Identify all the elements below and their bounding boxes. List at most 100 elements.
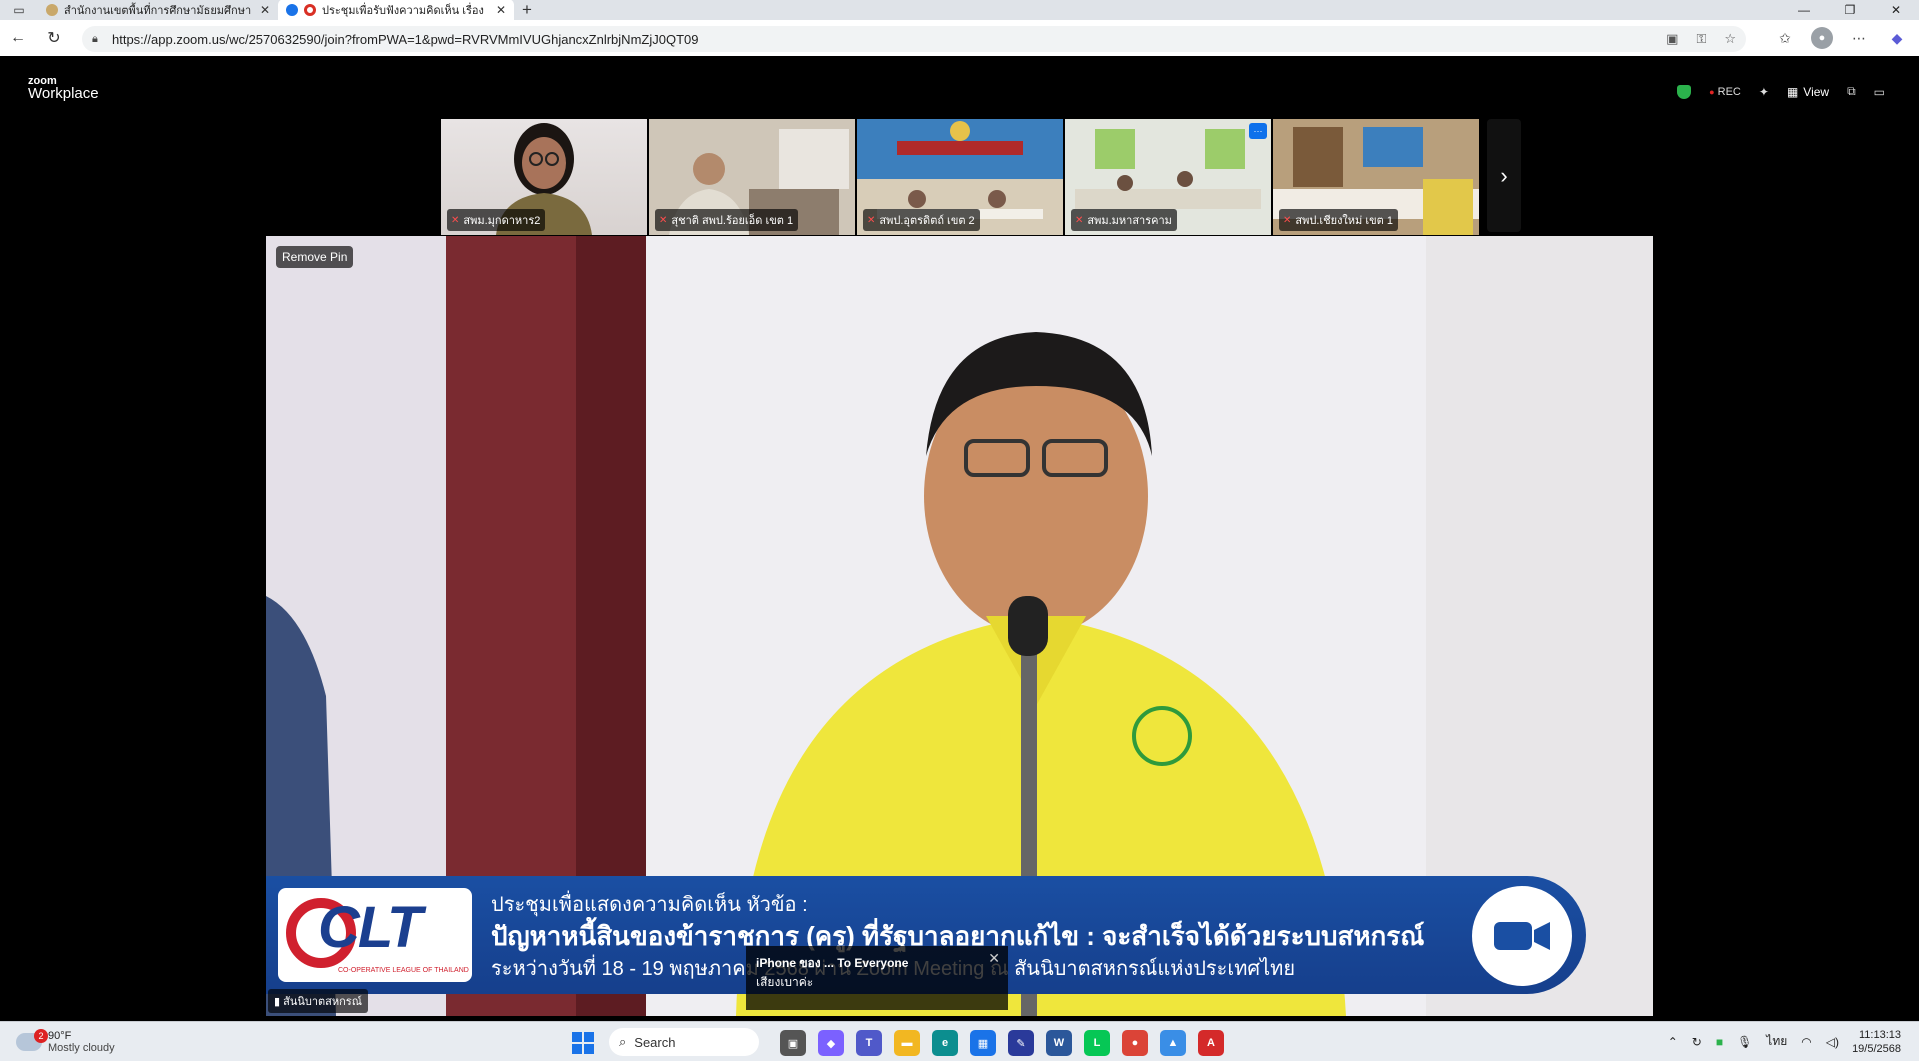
- weather-widget[interactable]: 2 90°F Mostly cloudy: [16, 1029, 115, 1054]
- participant-label: ✕ สพป.เชียงใหม่ เขต 1: [1279, 209, 1398, 231]
- url-field[interactable]: 🔒︎ https://app.zoom.us/wc/2570632590/joi…: [82, 26, 1746, 52]
- chat-message: เสียงเบาค่ะ: [756, 975, 814, 989]
- recording-favicon-icon: [304, 4, 316, 16]
- reload-button[interactable]: ↻: [36, 20, 72, 56]
- weather-temp: 90°F: [48, 1030, 72, 1042]
- pinned-video[interactable]: Remove Pin CLT CO-OPERATIVE LEAGUE OF TH…: [266, 236, 1653, 1016]
- remove-pin-button[interactable]: Remove Pin: [276, 246, 354, 268]
- wifi-icon[interactable]: ◠: [1801, 1035, 1811, 1049]
- volume-icon[interactable]: ◁): [1826, 1035, 1839, 1049]
- zoom-favicon-icon: [286, 4, 298, 16]
- sync-icon[interactable]: ↻: [1692, 1035, 1702, 1049]
- copilot-app-icon[interactable]: ◆: [818, 1030, 844, 1056]
- participant-tile[interactable]: ✕ สพม.มุกดาหาร2: [441, 119, 647, 235]
- edge-icon[interactable]: e: [932, 1030, 958, 1056]
- system-tray: ⌃ ↻ ■ 🎙︎ ไทย ◠ ◁): [1668, 1032, 1839, 1051]
- teams-icon[interactable]: T: [856, 1030, 882, 1056]
- site-info-icon[interactable]: 🔒︎: [92, 33, 112, 46]
- new-tab-button[interactable]: +: [514, 0, 540, 20]
- photos-icon[interactable]: ▲: [1160, 1030, 1186, 1056]
- share-screen-icon[interactable]: ⧉: [1847, 84, 1856, 99]
- speaker-name: สันนิบาตสหกรณ์: [283, 996, 362, 1008]
- clock-date: 19/5/2568: [1852, 1043, 1901, 1055]
- restore-icon[interactable]: ❐: [1827, 0, 1873, 20]
- close-window-icon[interactable]: ✕: [1873, 0, 1919, 20]
- participant-name: สุชาติ สพป.ร้อยเอ็ด เขต 1: [671, 215, 794, 227]
- participant-tile[interactable]: ✕ สพป.เชียงใหม่ เขต 1: [1273, 119, 1479, 235]
- video-camera-icon: [1472, 886, 1572, 986]
- participant-strip: ✕ สพม.มุกดาหาร2 ✕ สุชาติ สพป.ร้อยเอ็ด เขต …: [441, 119, 1479, 235]
- security-icon[interactable]: ■: [1716, 1035, 1723, 1049]
- tab-obec[interactable]: สำนักงานเขตพื้นที่การศึกษามัธยมศึกษา ✕: [38, 0, 278, 20]
- tab-title: สำนักงานเขตพื้นที่การศึกษามัธยมศึกษา: [64, 5, 252, 17]
- zoom-header: zoom Workplace ● REC ✦ ▦ View ⧉ ▭: [4, 68, 1915, 110]
- more-menu-icon[interactable]: ⋯: [1847, 26, 1871, 50]
- show-hidden-icons[interactable]: ⌃: [1668, 1035, 1678, 1049]
- tab-title: ประชุมเพื่อรับฟังความคิดเห็น เรื่อง: [322, 5, 484, 17]
- clt-logo-subtext: CO-OPERATIVE LEAGUE OF THAILAND: [338, 967, 469, 974]
- notification-badge: 2: [34, 1029, 48, 1043]
- fullscreen-icon[interactable]: ▭: [1874, 85, 1885, 99]
- next-participants-button[interactable]: ›: [1487, 119, 1521, 232]
- ai-companion-icon[interactable]: ✦: [1759, 85, 1769, 99]
- speaker-name-label: ▮ สันนิบาตสหกรณ์: [268, 989, 368, 1013]
- logo-big-text: Workplace: [28, 85, 99, 102]
- participant-name: สพม.มหาสารคาม: [1087, 215, 1172, 227]
- chat-notification[interactable]: ✕ iPhone ของ ... To Everyone เสียงเบาค่ะ: [746, 946, 1008, 1010]
- taskbar-search[interactable]: ⌕ Search: [609, 1028, 759, 1056]
- participant-tile[interactable]: ✕ สุชาติ สพป.ร้อยเอ็ด เขต 1: [649, 119, 855, 235]
- store-icon[interactable]: ▦: [970, 1030, 996, 1056]
- participant-name: สพป.เชียงใหม่ เขต 1: [1295, 215, 1393, 227]
- tab-favicon-icon: [46, 4, 58, 16]
- chevron-right-icon: ›: [1500, 162, 1508, 188]
- muted-mic-icon: ✕: [1075, 214, 1084, 226]
- browser-tab-strip: ▭ สำนักงานเขตพื้นที่การศึกษามัธยมศึกษา ✕…: [0, 0, 1919, 21]
- chrome-icon[interactable]: ●: [1122, 1030, 1148, 1056]
- favorites-icon[interactable]: ✩: [1773, 26, 1797, 50]
- key-icon[interactable]: ⚿: [1696, 31, 1706, 47]
- start-button[interactable]: [572, 1032, 594, 1054]
- task-view-icon[interactable]: ▣: [780, 1030, 806, 1056]
- profile-avatar[interactable]: ●: [1811, 27, 1833, 49]
- pen-app-icon[interactable]: ✎: [1008, 1030, 1034, 1056]
- muted-mic-icon: ✕: [867, 214, 876, 226]
- pinned-apps: ▣ ◆ T ▬ e ▦ ✎ W L ● ▲ A: [780, 1030, 1224, 1056]
- address-bar-row: ← ↻ 🔒︎ https://app.zoom.us/wc/2570632590…: [0, 20, 1919, 56]
- copilot-icon[interactable]: ◆: [1885, 26, 1909, 50]
- participant-name: สพม.มุกดาหาร2: [463, 215, 541, 227]
- minimize-icon[interactable]: —: [1781, 0, 1827, 20]
- camera-permission-icon[interactable]: ▣: [1666, 31, 1678, 47]
- more-options-button[interactable]: ···: [1249, 123, 1267, 139]
- word-icon[interactable]: W: [1046, 1030, 1072, 1056]
- tab-close-icon[interactable]: ✕: [496, 3, 506, 17]
- microphone-icon[interactable]: 🎙︎: [1737, 1035, 1752, 1049]
- participant-name: สพป.อุตรดิตถ์ เขต 2: [879, 215, 975, 227]
- back-button[interactable]: ←: [0, 20, 36, 56]
- tab-close-icon[interactable]: ✕: [260, 3, 270, 17]
- chat-sender: iPhone ของ ... To Everyone: [756, 956, 909, 970]
- zoom-workplace-logo: zoom Workplace: [28, 76, 99, 102]
- acrobat-icon[interactable]: A: [1198, 1030, 1224, 1056]
- file-explorer-icon[interactable]: ▬: [894, 1030, 920, 1056]
- language-indicator[interactable]: ไทย: [1766, 1032, 1787, 1051]
- tab-actions-icon[interactable]: ▭: [0, 0, 38, 20]
- clock-time: 11:13:13: [1858, 1029, 1901, 1041]
- view-button[interactable]: ▦ View: [1787, 85, 1829, 99]
- recording-indicator[interactable]: ● REC: [1709, 86, 1741, 98]
- grid-icon: ▦: [1786, 84, 1799, 99]
- view-label: View: [1803, 84, 1830, 99]
- search-placeholder: Search: [634, 1034, 676, 1050]
- line-icon[interactable]: L: [1084, 1030, 1110, 1056]
- tab-zoom[interactable]: ประชุมเพื่อรับฟังความคิดเห็น เรื่อง ✕: [278, 0, 514, 21]
- clock[interactable]: 11:13:13 19/5/2568: [1852, 1028, 1901, 1056]
- muted-mic-icon: ✕: [1283, 214, 1292, 226]
- muted-mic-icon: ✕: [451, 214, 460, 226]
- cloud-icon: 2: [16, 1029, 48, 1051]
- participant-tile[interactable]: ··· ✕ สพม.มหาสารคาม: [1065, 119, 1271, 235]
- participant-label: ✕ สพป.อุตรดิตถ์ เขต 2: [863, 209, 980, 231]
- encryption-shield-icon[interactable]: [1677, 84, 1692, 99]
- participant-tile[interactable]: ✕ สพป.อุตรดิตถ์ เขต 2: [857, 119, 1063, 235]
- url-text: https://app.zoom.us/wc/2570632590/join?f…: [112, 31, 699, 47]
- favorite-star-icon[interactable]: ☆: [1724, 31, 1736, 47]
- close-notification-icon[interactable]: ✕: [988, 950, 1000, 967]
